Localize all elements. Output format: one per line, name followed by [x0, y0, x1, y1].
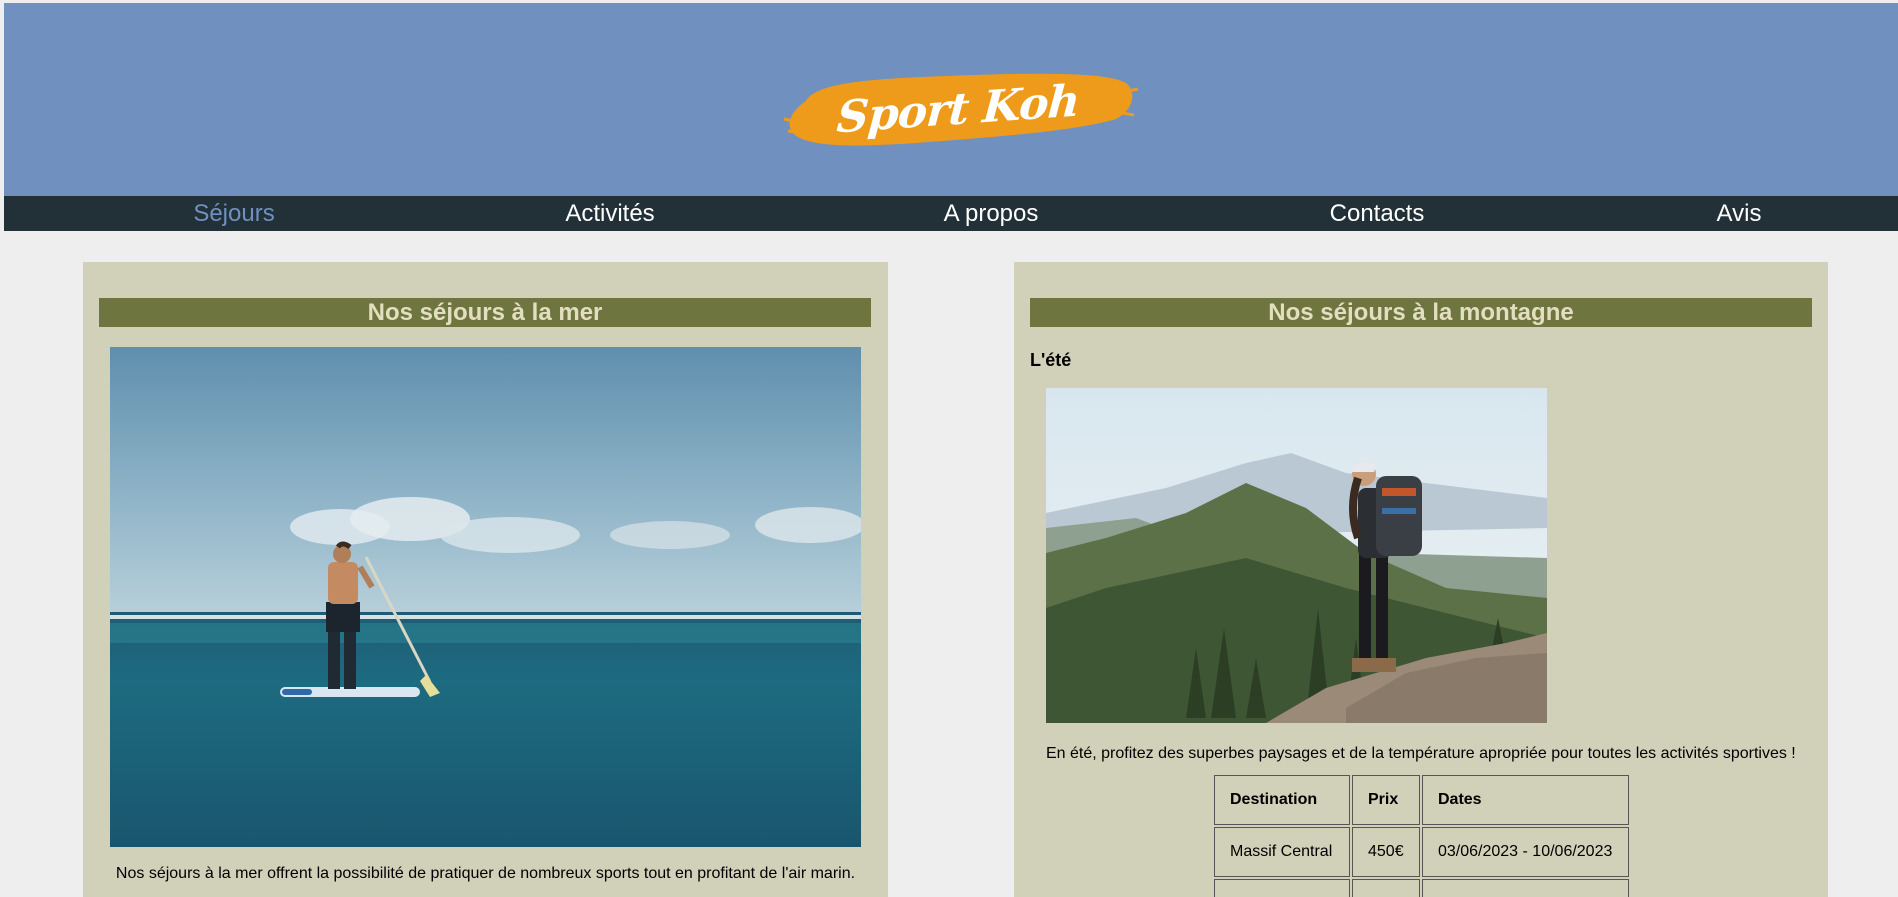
- table-row: [1214, 879, 1629, 897]
- cell-destination: Massif Central: [1214, 827, 1350, 877]
- site-logo[interactable]: Sport Koh: [776, 61, 1140, 157]
- sea-section: Nos séjours à la mer Nos séjours à la me…: [83, 262, 888, 897]
- sea-section-title: Nos séjours à la mer: [99, 298, 871, 327]
- cell-destination: [1214, 879, 1350, 897]
- column-header-dates: Dates: [1422, 775, 1629, 825]
- cell-dates: [1422, 879, 1629, 897]
- cell-dates: 03/06/2023 - 10/06/2023: [1422, 827, 1629, 877]
- paddleboard-image: [110, 347, 861, 847]
- trip-table: Destination Prix Dates Massif Central 45…: [1212, 773, 1631, 897]
- cell-price: 450€: [1352, 827, 1420, 877]
- nav-item-contacts[interactable]: Contacts: [1292, 196, 1462, 231]
- nav-item-a-propos[interactable]: A propos: [906, 196, 1076, 231]
- nav-item-activites[interactable]: Activités: [525, 196, 695, 231]
- sea-description: Nos séjours à la mer offrent la possibil…: [115, 865, 856, 882]
- nav-item-avis[interactable]: Avis: [1654, 196, 1824, 231]
- page: Sport Koh Séjours Activités A propos Con…: [4, 3, 1898, 897]
- column-header-price: Prix: [1352, 775, 1420, 825]
- hiker-image: [1046, 388, 1547, 723]
- season-heading: L'été: [1030, 350, 1072, 370]
- mountain-description: En été, profitez des superbes paysages e…: [1046, 745, 1796, 762]
- mountain-section: Nos séjours à la montagne L'été En été, …: [1014, 262, 1828, 897]
- cell-price: [1352, 879, 1420, 897]
- table-header-row: Destination Prix Dates: [1214, 775, 1629, 825]
- paddleboard-photo: [110, 347, 861, 847]
- main-nav: Séjours Activités A propos Contacts Avis: [4, 196, 1898, 231]
- table-row: Massif Central 450€ 03/06/2023 - 10/06/2…: [1214, 827, 1629, 877]
- hiker-photo: [1046, 388, 1547, 723]
- mountain-section-title: Nos séjours à la montagne: [1030, 298, 1812, 327]
- nav-item-sejours[interactable]: Séjours: [149, 196, 319, 231]
- site-header: Sport Koh: [4, 3, 1898, 196]
- column-header-destination: Destination: [1214, 775, 1350, 825]
